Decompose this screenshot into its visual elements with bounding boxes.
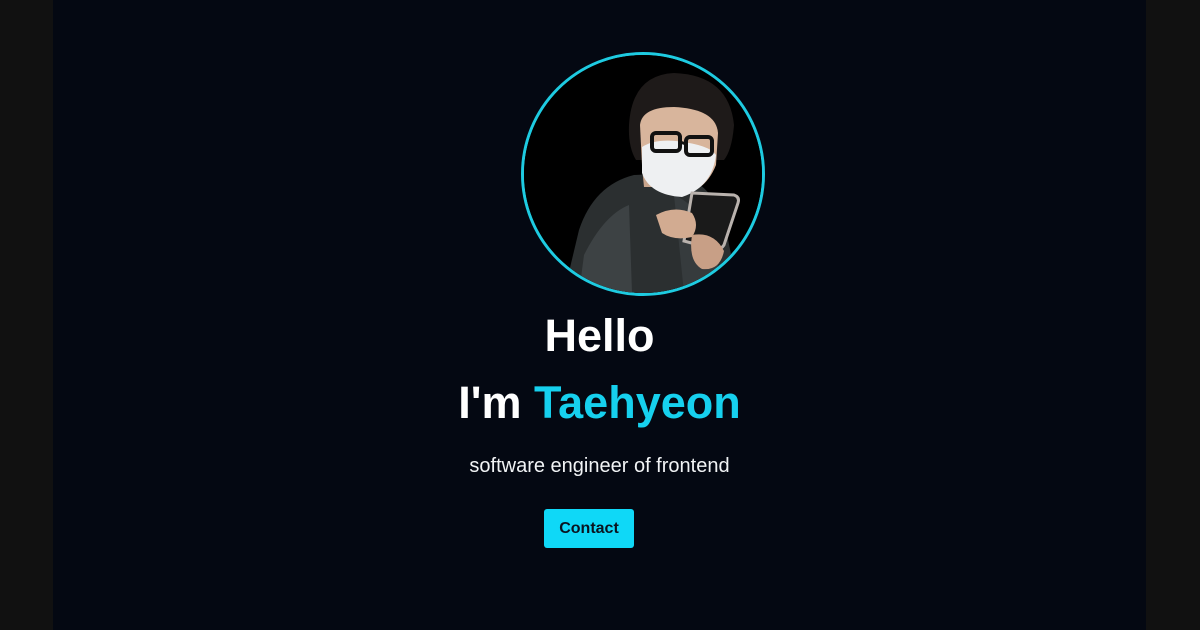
tagline: software engineer of frontend	[469, 455, 730, 477]
hero-section: Hello I'm Taehyeon software engineer of …	[53, 0, 1146, 630]
greeting-heading: Hello	[544, 310, 655, 361]
profile-photo-icon	[524, 55, 762, 293]
contact-button[interactable]: Contact	[544, 509, 634, 548]
intro-prefix: I'm	[458, 377, 534, 428]
intro-heading: I'm Taehyeon	[53, 373, 1146, 433]
page: Hello I'm Taehyeon software engineer of …	[0, 0, 1200, 630]
name-highlight: Taehyeon	[534, 377, 741, 428]
avatar	[521, 52, 765, 296]
